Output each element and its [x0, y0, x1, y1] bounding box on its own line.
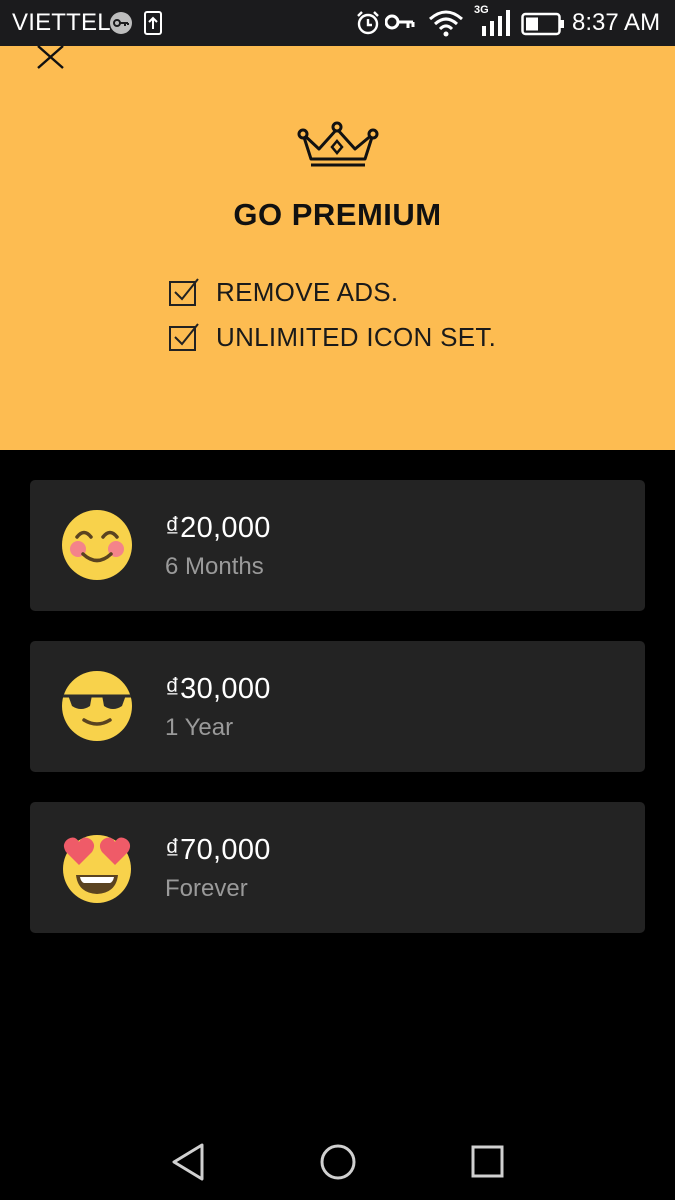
- close-icon: [37, 45, 64, 69]
- plan-price: ₫20,000: [165, 512, 271, 544]
- recents-icon: [471, 1145, 504, 1178]
- premium-title: GO PREMIUM: [233, 197, 442, 232]
- back-button[interactable]: [166, 1140, 210, 1184]
- home-icon: [320, 1144, 356, 1180]
- back-icon: [172, 1143, 204, 1181]
- signal-icon: [480, 10, 512, 41]
- plan-period: Forever: [165, 875, 248, 902]
- heart-eyes-emoji: [63, 835, 131, 903]
- battery-icon: [521, 12, 565, 41]
- plan-forever[interactable]: ₫70,000 Forever: [30, 802, 645, 933]
- feature-label: UNLIMITED ICON SET.: [216, 321, 497, 352]
- checkbox-checked-icon: [169, 278, 199, 306]
- feature-unlimited-icons: UNLIMITED ICON SET.: [168, 322, 496, 352]
- navigation-bar: [0, 1122, 675, 1200]
- plan-period: 1 Year: [165, 714, 234, 741]
- home-button[interactable]: [316, 1140, 360, 1184]
- status-bar: VIETTEL 3G 8:37 AM: [0, 0, 675, 46]
- close-button[interactable]: [32, 45, 72, 72]
- plan-6-months[interactable]: ₫20,000 6 Months: [30, 480, 645, 611]
- wifi-icon: [428, 9, 464, 42]
- sunglasses-emoji: [62, 671, 132, 741]
- alarm-icon: [355, 10, 381, 41]
- vpn-key-icon: [109, 11, 133, 40]
- premium-panel: GO PREMIUM REMOVE ADS. UNLIMITED ICON SE…: [0, 45, 675, 450]
- status-time: 8:37 AM: [572, 9, 661, 36]
- crown-icon: [297, 121, 379, 174]
- upload-icon: [143, 10, 163, 41]
- smiling-blush-emoji: [62, 510, 132, 580]
- plan-price: ₫70,000: [165, 834, 271, 866]
- plan-price: ₫30,000: [165, 673, 271, 705]
- key-icon: [384, 12, 415, 37]
- checkbox-checked-icon: [169, 323, 199, 351]
- recents-button[interactable]: [466, 1140, 510, 1184]
- feature-label: REMOVE ADS.: [216, 276, 399, 307]
- plan-1-year[interactable]: ₫30,000 1 Year: [30, 641, 645, 772]
- plan-period: 6 Months: [165, 553, 264, 580]
- feature-remove-ads: REMOVE ADS.: [168, 277, 398, 307]
- carrier-name: VIETTEL: [12, 9, 111, 36]
